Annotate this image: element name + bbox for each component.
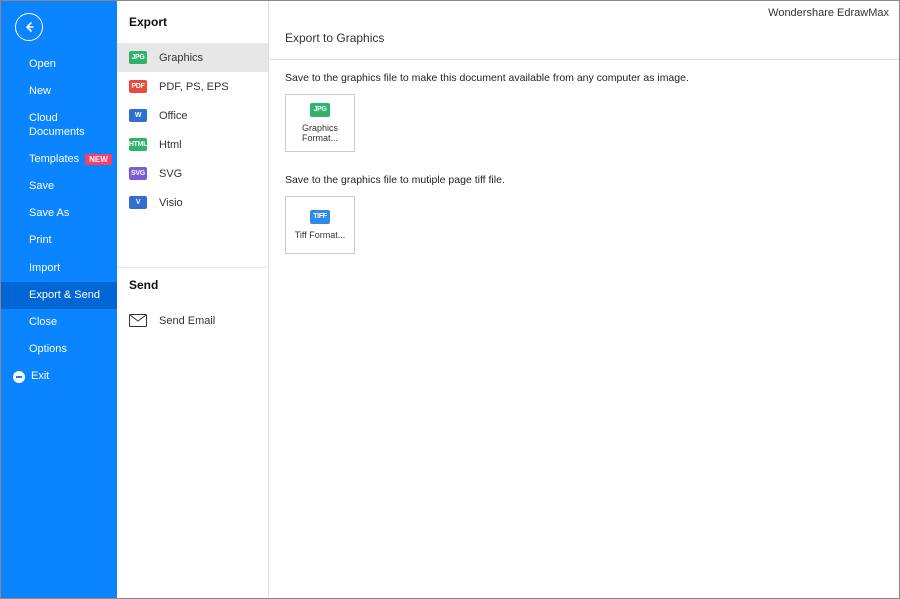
sidebar-label: Export & Send (29, 289, 100, 302)
back-arrow-icon (22, 20, 36, 34)
sidebar-label: Cloud Documents (29, 112, 105, 138)
graphics-description: Save to the graphics file to make this d… (285, 72, 883, 84)
svg-icon: SVG (129, 167, 147, 180)
sidebar-label: Close (29, 316, 57, 329)
graphics-format-tile[interactable]: JPG Graphics Format... (285, 94, 355, 152)
sidebar-item-save-as[interactable]: Save As (1, 200, 117, 227)
new-badge: NEW (85, 154, 112, 166)
tiff-description: Save to the graphics file to mutiple pag… (285, 174, 883, 186)
export-type-office[interactable]: W Office (117, 101, 268, 130)
panel-title: Export to Graphics (269, 19, 899, 60)
divider (117, 267, 268, 268)
back-button[interactable] (15, 13, 43, 41)
sidebar-label: New (29, 85, 51, 98)
html-icon: HTML (129, 138, 147, 151)
export-type-label: Office (159, 110, 188, 122)
visio-icon: V (129, 196, 147, 209)
export-type-label: Html (159, 139, 182, 151)
sidebar-label: Options (29, 343, 67, 356)
panel-body: Save to the graphics file to make this d… (269, 60, 899, 288)
tile-label: Graphics Format... (286, 123, 354, 144)
tiff-icon: TIFF (310, 210, 330, 224)
jpg-icon: JPG (310, 103, 330, 117)
tiff-format-tile[interactable]: TIFF Tiff Format... (285, 196, 355, 254)
sidebar-item-close[interactable]: Close (1, 309, 117, 336)
export-type-visio[interactable]: V Visio (117, 188, 268, 217)
sidebar-item-import[interactable]: Import (1, 255, 117, 282)
sidebar-label: Open (29, 58, 56, 71)
export-type-label: Graphics (159, 52, 203, 64)
sidebar-label: Save As (29, 207, 69, 220)
export-type-svg[interactable]: SVG SVG (117, 159, 268, 188)
sidebar-label: Save (29, 180, 54, 193)
export-type-html[interactable]: HTML Html (117, 130, 268, 159)
sidebar-item-exit[interactable]: Exit (1, 363, 117, 390)
export-type-pdf[interactable]: PDF PDF, PS, EPS (117, 72, 268, 101)
send-email-label: Send Email (159, 315, 215, 327)
exit-icon (13, 371, 25, 383)
sidebar-item-options[interactable]: Options (1, 336, 117, 363)
export-type-label: PDF, PS, EPS (159, 81, 229, 93)
export-type-panel: Export JPG Graphics PDF PDF, PS, EPS W O… (117, 1, 269, 598)
pdf-icon: PDF (129, 80, 147, 93)
export-section-header: Export (117, 15, 268, 43)
app-title: Wondershare EdrawMax (269, 1, 899, 19)
word-icon: W (129, 109, 147, 122)
export-detail-panel: Wondershare EdrawMax Export to Graphics … (269, 1, 899, 598)
sidebar-item-print[interactable]: Print (1, 227, 117, 254)
sidebar-label: Import (29, 262, 60, 275)
export-type-label: SVG (159, 168, 182, 180)
export-type-label: Visio (159, 197, 183, 209)
sidebar-label: Exit (31, 370, 49, 383)
sidebar-item-templates[interactable]: Templates NEW (1, 146, 117, 173)
sidebar-item-new[interactable]: New (1, 78, 117, 105)
export-type-graphics[interactable]: JPG Graphics (117, 43, 268, 72)
sidebar-item-cloud-documents[interactable]: Cloud Documents (1, 105, 117, 145)
sidebar-item-save[interactable]: Save (1, 173, 117, 200)
sidebar-label: Templates (29, 153, 79, 166)
send-section-header: Send (117, 278, 268, 306)
sidebar-label: Print (29, 234, 52, 247)
sidebar-item-export-send[interactable]: Export & Send (1, 282, 117, 309)
tile-label: Tiff Format... (291, 230, 350, 240)
send-email-item[interactable]: Send Email (117, 306, 268, 335)
email-icon (129, 314, 147, 327)
sidebar-item-open[interactable]: Open (1, 51, 117, 78)
file-menu-sidebar: Open New Cloud Documents Templates NEW S… (1, 1, 117, 598)
jpg-icon: JPG (129, 51, 147, 64)
